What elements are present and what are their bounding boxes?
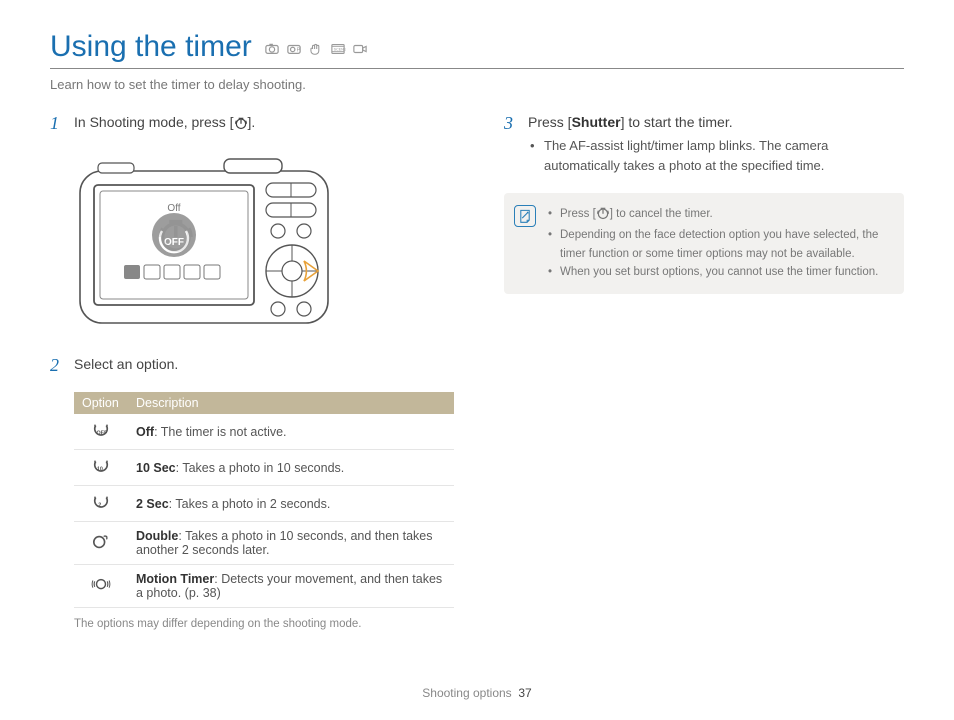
timer-10s-icon [74, 450, 128, 486]
table-row: Motion Timer: Detects your movement, and… [74, 565, 454, 608]
opt-desc: : Takes a photo in 10 seconds, and then … [136, 529, 432, 557]
table-row: Off: The timer is not active. [74, 414, 454, 450]
step-2: 2 Select an option. [50, 356, 454, 378]
timer-motion-icon [74, 565, 128, 608]
opt-name: Motion Timer [136, 572, 214, 586]
camera-illustration: OFF Off [74, 153, 454, 336]
step-2-text: Select an option. [74, 356, 454, 372]
step-3-text: Press [Shutter] to start the timer. [528, 114, 904, 130]
tip-item: Depending on the face detection option y… [548, 226, 890, 263]
mode-icons [264, 42, 368, 59]
tip1-prefix: Press [ [560, 208, 596, 220]
step-1-text: In Shooting mode, press []. [74, 114, 454, 133]
step-3: 3 Press [Shutter] to start the timer. Th… [504, 114, 904, 175]
timer-2s-icon [74, 486, 128, 522]
step-3-prefix: Press [ [528, 114, 572, 130]
table-footnote: The options may differ depending on the … [74, 618, 454, 630]
table-header-description: Description [128, 392, 454, 414]
opt-name: 2 Sec [136, 497, 169, 511]
intro-text: Learn how to set the timer to delay shoo… [50, 77, 904, 92]
timer-icon [234, 116, 248, 133]
left-column: 1 In Shooting mode, press []. OFF [50, 114, 454, 630]
step-3-bold: Shutter [572, 114, 621, 130]
opt-name: 10 Sec [136, 461, 176, 475]
timer-off-icon [74, 414, 128, 450]
timer-double-icon [74, 522, 128, 565]
footer-section: Shooting options [422, 686, 511, 700]
table-header-option: Option [74, 392, 128, 414]
note-icon [514, 205, 536, 227]
page-footer: Shooting options 37 [0, 686, 954, 700]
step-3-number: 3 [504, 114, 518, 175]
options-table: Option Description Off: The timer is not… [74, 392, 454, 608]
step-2-number: 2 [50, 356, 64, 378]
camera-screen-label: Off [167, 203, 180, 214]
opt-desc: : Takes a photo in 2 seconds. [169, 497, 331, 511]
page-title: Using the timer [50, 30, 252, 64]
step-1-number: 1 [50, 114, 64, 139]
step-1-prefix: In Shooting mode, press [ [74, 114, 234, 130]
step-1-suffix: ]. [248, 114, 256, 130]
footer-page: 37 [518, 686, 531, 700]
table-row: Double: Takes a photo in 10 seconds, and… [74, 522, 454, 565]
title-row: Using the timer [50, 30, 904, 69]
camera-program-icon [286, 42, 302, 59]
hand-icon [308, 42, 324, 59]
opt-desc: : Takes a photo in 10 seconds. [176, 461, 345, 475]
opt-desc: : The timer is not active. [154, 425, 286, 439]
tip-item: Press [ ] to cancel the timer. [548, 205, 890, 226]
opt-name: Off [136, 425, 154, 439]
step-3-suffix: ] to start the timer. [621, 114, 733, 130]
tip1-suffix: ] to cancel the timer. [610, 208, 713, 220]
video-icon [352, 42, 368, 59]
table-row: 10 Sec: Takes a photo in 10 seconds. [74, 450, 454, 486]
camera-auto-icon [264, 42, 280, 59]
scene-icon [330, 42, 346, 59]
table-row: 2 Sec: Takes a photo in 2 seconds. [74, 486, 454, 522]
tip-item: When you set burst options, you cannot u… [548, 263, 890, 281]
step-3-bullet: The AF-assist light/timer lamp blinks. T… [530, 136, 904, 175]
timer-icon [596, 206, 610, 226]
step-1: 1 In Shooting mode, press []. [50, 114, 454, 139]
tip-box: Press [ ] to cancel the timer. Depending … [504, 193, 904, 294]
opt-name: Double [136, 529, 178, 543]
right-column: 3 Press [Shutter] to start the timer. Th… [504, 114, 904, 630]
